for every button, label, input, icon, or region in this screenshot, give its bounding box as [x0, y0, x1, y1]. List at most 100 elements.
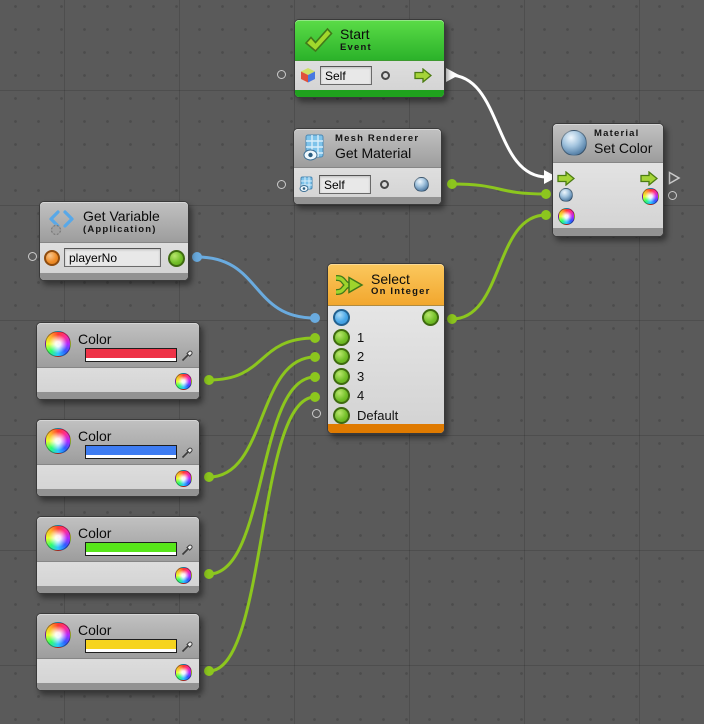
- target-picker-icon[interactable]: [381, 71, 390, 80]
- color-output-port[interactable]: [642, 188, 659, 205]
- target-picker-icon[interactable]: [380, 180, 389, 189]
- eyedropper-icon[interactable]: [181, 638, 196, 653]
- unconnected-port[interactable]: [668, 191, 677, 200]
- unconnected-port[interactable]: [277, 180, 286, 189]
- eyedropper-icon[interactable]: [181, 541, 196, 556]
- color-swatch[interactable]: [85, 542, 177, 556]
- node-select-on-integer[interactable]: Select On Integer 1 2 3 4: [327, 263, 445, 434]
- graph-canvas[interactable]: Start Event: [0, 0, 704, 724]
- material-input-port[interactable]: [559, 188, 573, 202]
- material-output-port[interactable]: [414, 177, 429, 192]
- color-output-port[interactable]: [175, 664, 192, 681]
- variable-name-port[interactable]: [44, 250, 60, 266]
- wire-endpoint: [204, 472, 214, 482]
- wire[interactable]: [452, 215, 546, 319]
- variable-name-field[interactable]: [64, 248, 161, 267]
- select-selector-row: [328, 308, 444, 328]
- color-wheel-icon: [45, 622, 71, 648]
- color-wheel-icon: [45, 428, 71, 454]
- select-default-row: Default: [328, 406, 444, 426]
- flow-input-port[interactable]: [557, 171, 575, 186]
- alpha-bar: [86, 358, 176, 361]
- unconnected-port[interactable]: [277, 70, 286, 79]
- node-color-2[interactable]: Color: [36, 419, 200, 497]
- select-branch-row: 2: [328, 347, 444, 367]
- branch-4-port[interactable]: [333, 387, 350, 404]
- game-object-icon: [300, 67, 316, 83]
- wire-endpoint: [204, 569, 214, 579]
- color-output-port[interactable]: [175, 567, 192, 584]
- eyedropper-icon[interactable]: [181, 444, 196, 459]
- start-node-title: Start: [340, 26, 372, 42]
- color-node-title: Color: [78, 525, 191, 541]
- node-color-3[interactable]: Color: [36, 516, 200, 594]
- get-variable-footer: [40, 273, 188, 280]
- color-input-port[interactable]: [558, 208, 575, 225]
- get-variable-header: Get Variable (Application): [40, 202, 188, 243]
- get-material-target-field[interactable]: [319, 175, 371, 194]
- get-variable-scope: (Application): [83, 225, 160, 236]
- select-output-port[interactable]: [422, 309, 439, 326]
- branch-2-port[interactable]: [333, 348, 350, 365]
- wire[interactable]: [209, 357, 315, 477]
- start-node-footer: [295, 90, 444, 97]
- node-start-event[interactable]: Start Event: [294, 19, 445, 98]
- branch-3-port[interactable]: [333, 368, 350, 385]
- get-material-header: Mesh Renderer Get Material: [294, 129, 441, 168]
- color-output-port[interactable]: [175, 373, 192, 390]
- color-swatch[interactable]: [85, 445, 177, 459]
- color-node-title: Color: [78, 331, 191, 347]
- wire-endpoint: [447, 179, 457, 189]
- node-color-1[interactable]: Color: [36, 322, 200, 400]
- wire-endpoint: [541, 189, 551, 199]
- wire-endpoint: [192, 252, 202, 262]
- node-set-color[interactable]: Material Set Color: [552, 123, 664, 237]
- alpha-bar: [86, 649, 176, 652]
- mesh-renderer-small-icon: [299, 176, 314, 192]
- get-material-component: Mesh Renderer: [335, 134, 419, 145]
- branch-1-port[interactable]: [333, 329, 350, 346]
- branch-default-port[interactable]: [333, 407, 350, 424]
- select-merge-icon: [336, 273, 364, 297]
- select-branch-row: 3: [328, 367, 444, 387]
- node-get-material[interactable]: Mesh Renderer Get Material: [293, 128, 442, 205]
- wire-endpoint: [310, 333, 320, 343]
- get-variable-title: Get Variable: [83, 208, 160, 224]
- start-node-header: Start Event: [295, 20, 444, 61]
- eyedropper-icon[interactable]: [181, 347, 196, 362]
- select-header: Select On Integer: [328, 264, 444, 306]
- wire-endpoint: [204, 375, 214, 385]
- wire[interactable]: [452, 184, 546, 194]
- branch-4-label: 4: [357, 388, 364, 403]
- unconnected-port[interactable]: [312, 409, 321, 418]
- unconnected-port[interactable]: [28, 252, 37, 261]
- checkmark-icon: [303, 27, 333, 53]
- set-color-header: Material Set Color: [553, 124, 663, 163]
- select-footer: [328, 424, 444, 433]
- unconnected-flow-port[interactable]: [668, 171, 681, 185]
- branch-default-label: Default: [357, 408, 398, 423]
- variable-value-output-port[interactable]: [168, 250, 185, 267]
- color-node-title: Color: [78, 428, 191, 444]
- flow-output-port[interactable]: [414, 68, 432, 83]
- wire[interactable]: [209, 397, 315, 671]
- selector-input-port[interactable]: [333, 309, 350, 326]
- color-output-port[interactable]: [175, 470, 192, 487]
- mesh-renderer-icon: [302, 134, 328, 162]
- node-color-4[interactable]: Color: [36, 613, 200, 691]
- node-get-variable[interactable]: Get Variable (Application): [39, 201, 189, 281]
- color-swatch[interactable]: [85, 639, 177, 653]
- get-material-title: Get Material: [335, 145, 419, 161]
- wire[interactable]: [449, 75, 547, 177]
- wire-endpoint: [310, 313, 320, 323]
- start-target-field[interactable]: [320, 66, 372, 85]
- wire-endpoint: [447, 314, 457, 324]
- wire-endpoint: [541, 210, 551, 220]
- wire[interactable]: [197, 257, 315, 318]
- branch-2-label: 2: [357, 349, 364, 364]
- set-color-title: Set Color: [594, 140, 652, 156]
- color-swatch[interactable]: [85, 348, 177, 362]
- set-color-footer: [553, 228, 663, 236]
- color-node-footer: [37, 392, 199, 399]
- flow-output-port[interactable]: [640, 171, 658, 186]
